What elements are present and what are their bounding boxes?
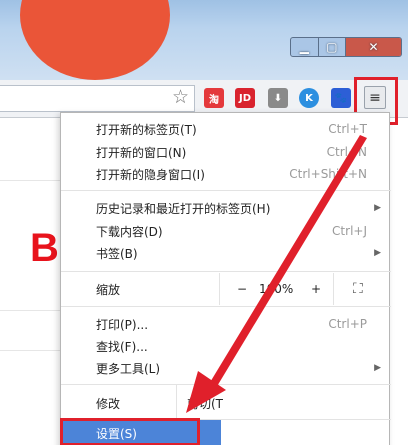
arrow-shaft: [209, 135, 367, 388]
pointer-arrow: [186, 135, 367, 413]
browser-window: ▁ ▢ ✕ ☆ 淘 JD ⬇ K 🐾 ≡ B 打开新的标签页(T) Ctrl+T…: [0, 0, 408, 445]
